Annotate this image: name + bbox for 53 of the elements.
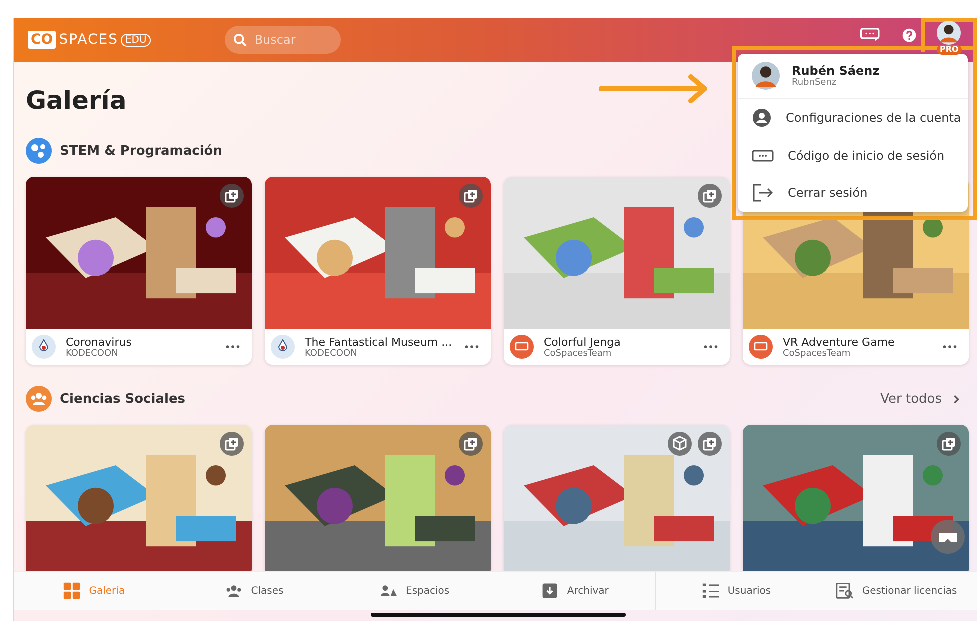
vr-headset-icon[interactable]: [931, 520, 965, 554]
more-icon[interactable]: [226, 345, 240, 349]
project-card[interactable]: Coronavirus KODECOON: [26, 177, 252, 365]
menu-item[interactable]: Configuraciones de la cuenta: [738, 99, 968, 137]
project-author: CoSpacesTeam: [544, 348, 613, 358]
page-title: Galería: [26, 85, 127, 117]
cube-icon[interactable]: [668, 432, 692, 456]
search-input[interactable]: Buscar: [252, 32, 327, 48]
project-title: Colorful Jenga: [544, 336, 622, 348]
see-all-link[interactable]: Ver todos: [880, 392, 942, 406]
chevron-right-icon[interactable]: [952, 394, 961, 404]
avatar[interactable]: [937, 21, 961, 45]
user-avatar: [752, 62, 780, 90]
project-card[interactable]: The Fantastical Museum ... KODECOON: [265, 177, 491, 365]
project-card[interactable]: Colorful Jenga CoSpacesTeam: [504, 177, 730, 365]
nav-tab[interactable]: Archivar: [494, 572, 656, 610]
logout-icon: [752, 183, 774, 204]
author-avatar: [271, 335, 295, 359]
more-icon[interactable]: [465, 345, 479, 349]
user-name: Rubén Sáenz: [792, 64, 881, 78]
more-icon[interactable]: [943, 345, 957, 349]
search-field[interactable]: Buscar: [224, 26, 341, 54]
project-author: KODECOON: [66, 348, 120, 358]
pro-badge: PRO: [937, 45, 962, 55]
user-handle: RubnSenz: [792, 78, 838, 88]
project-title: VR Adventure Game: [783, 336, 896, 348]
grid-icon: [63, 582, 82, 600]
list-icon: [702, 582, 720, 600]
nav-tab[interactable]: Clases: [174, 572, 335, 610]
nav-tab[interactable]: Gestionar licencias: [816, 572, 977, 610]
project-title: The Fantastical Museum ...: [305, 336, 454, 348]
project-title: Coronavirus: [66, 336, 133, 348]
author-avatar: [32, 335, 56, 359]
people-icon: [26, 386, 52, 412]
archive-icon: [541, 582, 560, 600]
molecule-icon: [26, 138, 52, 164]
account-icon: [752, 108, 772, 128]
author-avatar: [510, 335, 534, 359]
author-avatar: [749, 335, 773, 359]
section-title: STEM & Programación: [60, 144, 222, 158]
add-copy-icon[interactable]: [937, 432, 961, 456]
search-icon: [232, 32, 248, 48]
add-copy-icon[interactable]: [220, 184, 244, 208]
nav-tab[interactable]: Espacios: [334, 572, 495, 610]
help-icon[interactable]: [902, 28, 917, 43]
menu-item[interactable]: Código de inicio de sesión: [738, 136, 968, 174]
nav-tab[interactable]: Usuarios: [655, 572, 817, 610]
more-icon[interactable]: [704, 345, 718, 349]
license-icon: [836, 582, 854, 600]
section-title: Ciencias Sociales: [60, 392, 186, 406]
project-author: KODECOON: [305, 348, 358, 358]
add-copy-icon[interactable]: [459, 184, 483, 208]
project-author: CoSpacesTeam: [783, 348, 852, 358]
